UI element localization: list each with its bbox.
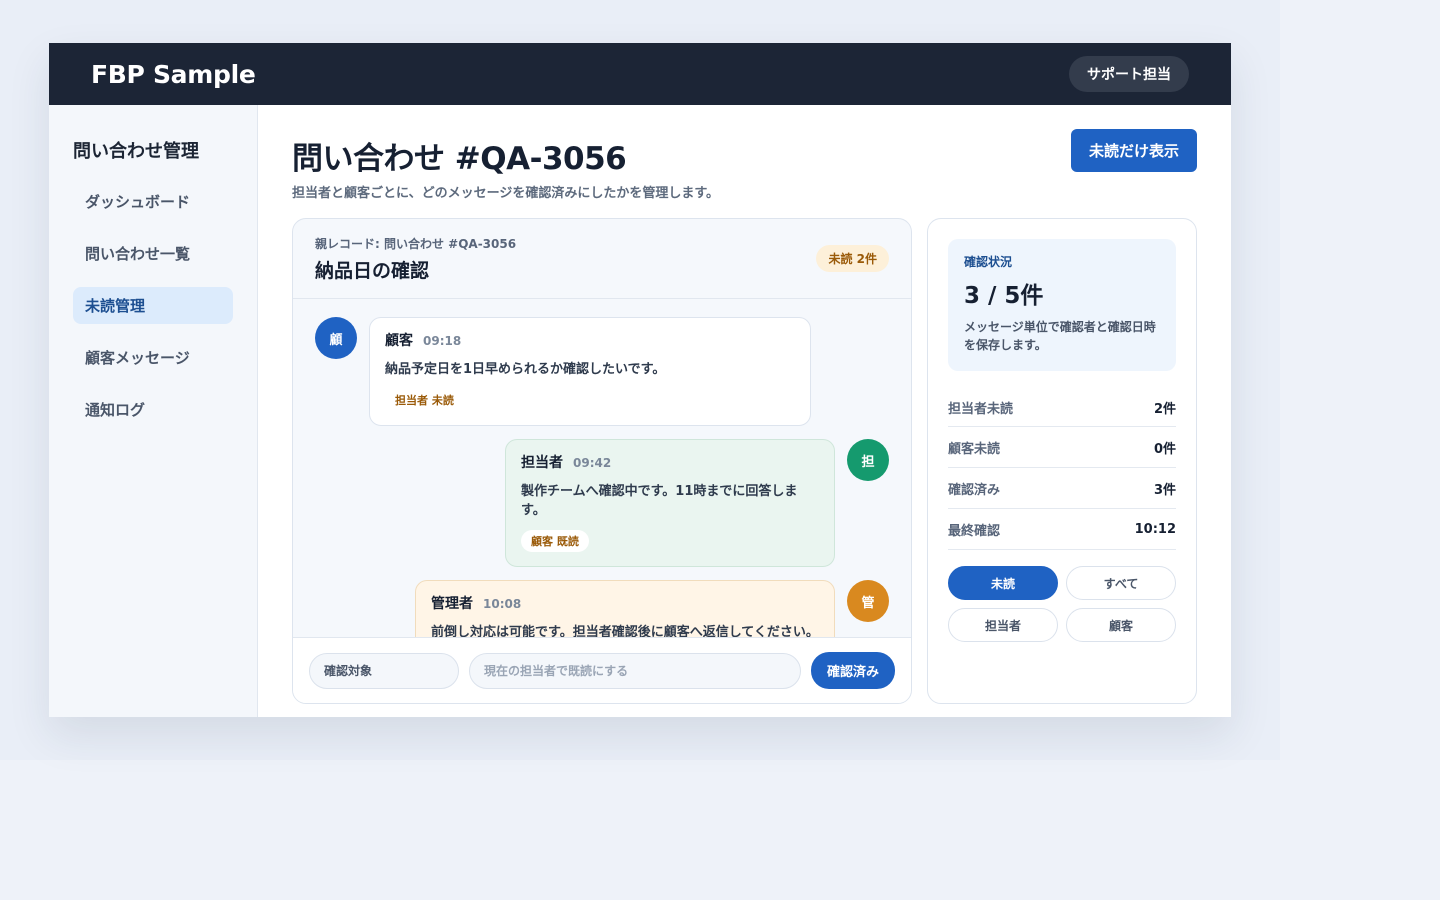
status-stats: 担当者未読 2件 顧客未読 0件 確認済み 3件 最終確認 10:12 — [948, 389, 1176, 550]
filter-customer-button[interactable]: 顧客 — [1066, 608, 1176, 642]
unread-count-badge: 未読 2件 — [816, 245, 889, 272]
confirm-target-select[interactable]: 確認対象 — [309, 652, 459, 689]
filter-group: 未読 すべて 担当者 顧客 — [948, 566, 1176, 642]
stat-key: 確認済み — [948, 482, 1001, 498]
thread-title: 納品日の確認 — [315, 259, 430, 282]
sidebar-item-inquiry-list[interactable]: 問い合わせ一覧 — [73, 235, 233, 272]
thread-heading-group: 親レコード: 問い合わせ #QA-3056 納品日の確認 — [315, 235, 516, 283]
brand-logo: FBP Sample — [91, 59, 256, 89]
thread-header: 親レコード: 問い合わせ #QA-3056 納品日の確認 未読 2件 — [293, 219, 911, 299]
stat-value: 2件 — [1153, 402, 1176, 417]
sidebar-item-dashboard[interactable]: ダッシュボード — [73, 183, 233, 220]
status-summary-card: 確認状況 3 / 5件 メッセージ単位で確認者と確認日時を保存します。 — [948, 239, 1176, 371]
stat-value: 10:12 — [1134, 521, 1176, 537]
message-item: 担当者 09:42 製作チームへ確認中です。11時までに回答します。 顧客 既読… — [315, 439, 889, 567]
stat-row: 確認済み 3件 — [948, 468, 1176, 509]
stat-key: 担当者未読 — [948, 402, 1014, 417]
top-bar: FBP Sample サポート担当 — [49, 43, 1231, 105]
message-sender: 顧客 — [385, 333, 413, 349]
page-subtitle: 担当者と顧客ごとに、どのメッセージを確認済みにしたかを管理します。 — [292, 186, 720, 201]
message-list[interactable]: 顧 顧客 09:18 納品予定日を1日早められるか確認したいです。 担当者 未読 — [293, 299, 911, 638]
page-header: 問い合わせ #QA-3056 担当者と顧客ごとに、どのメッセージを確認済みにした… — [292, 129, 1197, 201]
sidebar-item-notification-log[interactable]: 通知ログ — [73, 391, 233, 428]
avatar: 担 — [847, 439, 889, 481]
message-item: 管理者 10:08 前倒し対応は可能です。担当者確認後に顧客へ返信してください。… — [315, 580, 889, 638]
stat-row: 顧客未読 0件 — [948, 427, 1176, 468]
message-time: 09:18 — [423, 334, 462, 348]
message-bubble[interactable]: 顧客 09:18 納品予定日を1日早められるか確認したいです。 担当者 未読 — [369, 317, 811, 426]
page-title: 問い合わせ #QA-3056 — [292, 141, 627, 177]
message-item: 顧 顧客 09:18 納品予定日を1日早められるか確認したいです。 担当者 未読 — [315, 317, 889, 426]
message-bubble[interactable]: 担当者 09:42 製作チームへ確認中です。11時までに回答します。 顧客 既読 — [505, 439, 835, 567]
confirm-button[interactable]: 確認済み — [810, 652, 895, 689]
avatar: 顧 — [315, 317, 357, 359]
confirm-composer: 確認対象 確認済み — [293, 637, 911, 703]
message-text: 納品予定日を1日早められるか確認したいです。 — [385, 362, 666, 377]
filter-all-button[interactable]: すべて — [1066, 566, 1176, 600]
filter-staff-button[interactable]: 担当者 — [948, 608, 1058, 642]
message-sender: 管理者 — [431, 596, 473, 612]
read-receipt-badge: 顧客 既読 — [521, 530, 589, 552]
stat-key: 顧客未読 — [948, 441, 1001, 457]
status-count: 3 / 5件 — [964, 283, 1044, 309]
filter-unread-button[interactable]: 未読 — [948, 566, 1058, 600]
role-button[interactable]: サポート担当 — [1069, 56, 1189, 92]
stat-row: 最終確認 10:12 — [948, 509, 1176, 550]
message-time: 09:42 — [573, 456, 612, 470]
app-window: FBP Sample サポート担当 問い合わせ管理 ダッシュボード 問い合わせ一… — [49, 43, 1231, 717]
unread-only-button[interactable]: 未読だけ表示 — [1070, 129, 1197, 172]
stat-value: 0件 — [1153, 441, 1176, 457]
message-meta: 担当者 09:42 — [521, 452, 819, 472]
sidebar-item-unread-management[interactable]: 未読管理 — [73, 287, 233, 324]
message-meta: 管理者 10:08 — [431, 593, 819, 613]
message-time: 10:08 — [483, 597, 522, 611]
stat-value: 3件 — [1153, 482, 1176, 498]
parent-record-label: 親レコード: 問い合わせ #QA-3056 — [315, 236, 517, 251]
message-sender: 担当者 — [521, 455, 563, 471]
app-body: 問い合わせ管理 ダッシュボード 問い合わせ一覧 未読管理 顧客メッセージ 通知ロ… — [49, 105, 1231, 717]
confirm-note-input[interactable] — [469, 652, 801, 689]
read-receipt-badge: 担当者 未読 — [395, 394, 454, 407]
status-label: 確認状況 — [964, 255, 1013, 269]
sidebar: 問い合わせ管理 ダッシュボード 問い合わせ一覧 未読管理 顧客メッセージ 通知ロ… — [49, 105, 258, 717]
message-text: 製作チームへ確認中です。11時までに回答します。 — [521, 484, 798, 518]
message-text: 前倒し対応は可能です。担当者確認後に顧客へ返信してください。 — [431, 625, 819, 638]
message-bubble[interactable]: 管理者 10:08 前倒し対応は可能です。担当者確認後に顧客へ返信してください。 — [415, 580, 835, 638]
page-heading-group: 問い合わせ #QA-3056 担当者と顧客ごとに、どのメッセージを確認済みにした… — [292, 129, 719, 201]
main-content: 問い合わせ #QA-3056 担当者と顧客ごとに、どのメッセージを確認済みにした… — [258, 105, 1231, 717]
message-meta: 顧客 09:18 — [385, 330, 795, 350]
sidebar-title: 問い合わせ管理 — [73, 141, 199, 162]
stat-row: 担当者未読 2件 — [948, 389, 1176, 427]
content-columns: 親レコード: 問い合わせ #QA-3056 納品日の確認 未読 2件 顧 顧客 … — [292, 218, 1197, 704]
sidebar-item-customer-messages[interactable]: 顧客メッセージ — [73, 339, 233, 376]
status-description: メッセージ単位で確認者と確認日時を保存します。 — [964, 320, 1156, 352]
message-thread-panel: 親レコード: 問い合わせ #QA-3056 納品日の確認 未読 2件 顧 顧客 … — [292, 218, 912, 704]
avatar: 管 — [847, 580, 889, 622]
status-panel: 確認状況 3 / 5件 メッセージ単位で確認者と確認日時を保存します。 担当者未… — [927, 218, 1197, 704]
stat-key: 最終確認 — [948, 523, 1001, 539]
